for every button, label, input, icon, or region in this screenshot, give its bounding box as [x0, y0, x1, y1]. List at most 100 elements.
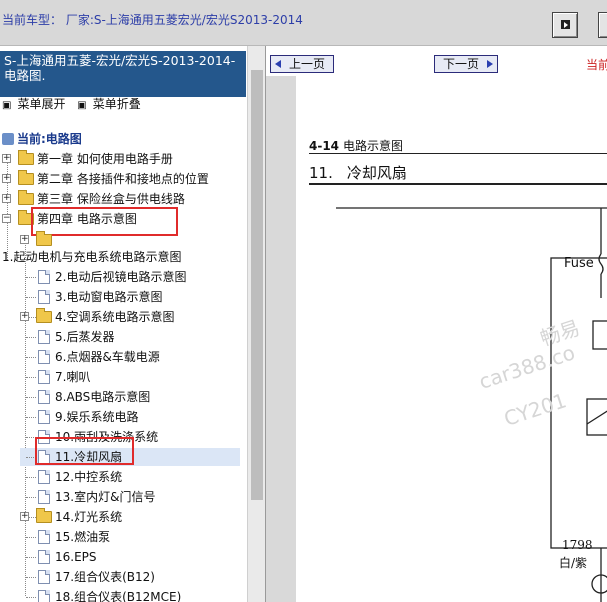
tree-connector [26, 557, 36, 558]
prev-page-button[interactable]: 上一页 [270, 55, 335, 73]
tree-item-label: 第一章 如何使用电路手册 [37, 152, 173, 166]
expand-icon[interactable]: + [20, 512, 29, 521]
computer-icon [2, 133, 14, 145]
menu-collapse-label: 菜单折叠 [92, 97, 141, 111]
tree-item[interactable]: 5.后蒸发器 [20, 328, 240, 346]
folder-icon [18, 170, 34, 185]
tree-item-section-1[interactable]: 1.起动电机与充电系统电路示意图 [2, 248, 246, 266]
document-icon [38, 470, 50, 484]
tree-connector [26, 377, 36, 378]
prev-page-label: 上一页 [289, 57, 326, 71]
tree-item-label: 9.娱乐系统电路 [55, 410, 139, 424]
tree-item-label: 7.喇叭 [55, 370, 91, 384]
document-icon [38, 370, 50, 384]
expand-icon[interactable]: + [2, 154, 11, 163]
tree-item[interactable]: 18.组合仪表(B12MCE) [20, 588, 240, 602]
tree-item-label: 6.点烟器&车载电源 [55, 350, 160, 364]
tree-item[interactable]: 6.点烟器&车载电源 [20, 348, 240, 366]
scrollbar-thumb[interactable] [251, 70, 263, 500]
page-navigation-bar: 上一页 下一页 当前 [266, 46, 607, 76]
expand-icon[interactable]: + [20, 235, 29, 244]
folder-icon [36, 508, 52, 523]
fuse-label: Fuse [564, 256, 594, 271]
tree-item-label: 4.空调系统电路示意图 [55, 310, 175, 324]
tree-item[interactable]: +14.灯光系统 [20, 508, 240, 526]
tree-item-label: 15.燃油泵 [55, 530, 111, 544]
tree-connector [26, 537, 36, 538]
next-page-button[interactable]: 下一页 [434, 55, 499, 73]
document-viewer: 上一页 下一页 当前 4-14 电路示意图 11. 冷却风扇 Fuse 畅易 c… [266, 46, 607, 602]
play-arrow-icon [561, 20, 570, 29]
folder-icon [18, 190, 34, 205]
tree-item-chapter-1[interactable]: + 第一章 如何使用电路手册 [2, 150, 242, 168]
tree-connector [26, 297, 36, 298]
tree-connector [26, 337, 36, 338]
tree-item-label: 8.ABS电路示意图 [55, 390, 151, 404]
tree-connector [26, 417, 36, 418]
app-window: 当前车型： 厂家:S-上海通用五菱宏光/宏光S2013-2014 S-上海通用五… [0, 0, 607, 602]
wire-number: 1798 [562, 538, 593, 552]
tree-item-label: 第三章 保险丝盒与供电线路 [37, 192, 185, 206]
left-panel-scrollbar[interactable] [247, 46, 265, 602]
square-icon: ▣ [77, 100, 87, 111]
left-arrow-icon [275, 60, 281, 68]
panel-title: S-上海通用五菱-宏光/宏光S-2013-2014- 电路图. [0, 51, 246, 97]
tree-item-subfolder[interactable]: + [20, 231, 80, 249]
wire-color: 白/紫 [559, 556, 588, 570]
document-canvas: 4-14 电路示意图 11. 冷却风扇 Fuse 畅易 car388.co CY… [266, 76, 607, 602]
expand-icon[interactable]: + [2, 194, 11, 203]
document-icon [38, 350, 50, 364]
tree-item[interactable]: 16.EPS [20, 548, 240, 566]
next-page-label: 下一页 [443, 57, 480, 71]
menu-collapse-link[interactable]: ▣ 菜单折叠 [77, 97, 140, 111]
tree-connector [26, 497, 36, 498]
tree-item-label: 12.中控系统 [55, 470, 123, 484]
document-icon [38, 410, 50, 424]
tree-item-label: 5.后蒸发器 [55, 330, 115, 344]
play-button[interactable] [552, 12, 578, 38]
document-icon [38, 590, 50, 602]
tree-item-label: 18.组合仪表(B12MCE) [55, 590, 182, 602]
tree-connector [26, 397, 36, 398]
tree-item[interactable]: 7.喇叭 [20, 368, 240, 386]
tree-item[interactable]: 13.室内灯&门信号 [20, 488, 240, 506]
tree-item[interactable]: 2.电动后视镜电路示意图 [20, 268, 240, 286]
document-icon [38, 550, 50, 564]
tree-item-label: 1.起动电机与充电系统电路示意图 [2, 250, 182, 264]
tree-item-chapter-3[interactable]: + 第三章 保险丝盒与供电线路 [2, 190, 242, 208]
document-icon [38, 290, 50, 304]
expand-icon[interactable]: + [2, 174, 11, 183]
fuse-symbol [598, 253, 604, 275]
tree-item[interactable]: 15.燃油泵 [20, 528, 240, 546]
resistor [592, 320, 607, 350]
tree-item[interactable]: 12.中控系统 [20, 468, 240, 486]
window-button[interactable] [598, 12, 607, 38]
document-icon [38, 530, 50, 544]
tree-connector [26, 577, 36, 578]
collapse-icon[interactable]: − [2, 214, 11, 223]
tree-item[interactable]: 3.电动窗电路示意图 [20, 288, 240, 306]
connector-circle [591, 574, 607, 594]
document-icon [38, 570, 50, 584]
relay-coil-diagonal [586, 410, 607, 425]
tree-item-chapter-2[interactable]: + 第二章 各接插件和接地点的位置 [2, 170, 242, 188]
tree-connector [26, 477, 36, 478]
tree-item[interactable]: 17.组合仪表(B12) [20, 568, 240, 586]
tree-item-label: 2.电动后视镜电路示意图 [55, 270, 187, 284]
document-icon [38, 390, 50, 404]
tree-item-label: 13.室内灯&门信号 [55, 490, 156, 504]
menu-expand-link[interactable]: ▣ 菜单展开 [2, 97, 69, 111]
tree-item-label: 16.EPS [55, 550, 97, 564]
tree-item-label: 17.组合仪表(B12) [55, 570, 155, 584]
square-icon: ▣ [2, 100, 12, 111]
folder-icon [36, 231, 52, 246]
folder-icon [36, 308, 52, 323]
tree-item[interactable]: 8.ABS电路示意图 [20, 388, 240, 406]
tree-item-label: 3.电动窗电路示意图 [55, 290, 163, 304]
tree-item[interactable]: +4.空调系统电路示意图 [20, 308, 240, 326]
current-vehicle-text: 当前车型： 厂家:S-上海通用五菱宏光/宏光S2013-2014 [2, 13, 303, 27]
menu-actions: ▣ 菜单展开 ▣ 菜单折叠 [2, 95, 149, 112]
current-location-label: 当前:电路图 [17, 132, 82, 146]
expand-icon[interactable]: + [20, 312, 29, 321]
tree-item[interactable]: 9.娱乐系统电路 [20, 408, 240, 426]
